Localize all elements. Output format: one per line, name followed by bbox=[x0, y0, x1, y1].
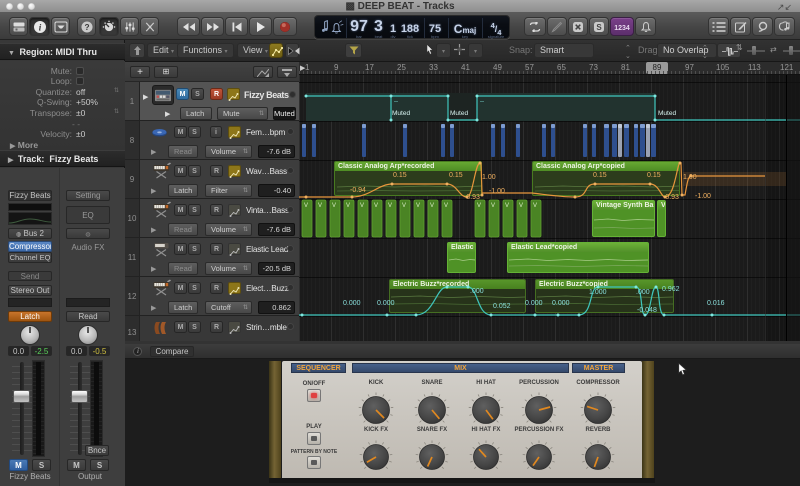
svg-text:V: V bbox=[444, 203, 448, 209]
svg-text:V: V bbox=[318, 203, 322, 209]
svg-text:V: V bbox=[491, 203, 495, 209]
svg-text:V: V bbox=[332, 203, 336, 209]
svg-text:V: V bbox=[519, 203, 523, 209]
svg-text:V: V bbox=[360, 203, 364, 209]
svg-text:V: V bbox=[477, 203, 481, 209]
svg-text:V: V bbox=[430, 203, 434, 209]
svg-text:V: V bbox=[402, 203, 406, 209]
svg-text:1234: 1234 bbox=[614, 25, 630, 31]
svg-text:V: V bbox=[505, 203, 509, 209]
svg-text:S: S bbox=[596, 22, 602, 31]
svg-text:V: V bbox=[416, 203, 420, 209]
svg-text:V: V bbox=[388, 203, 392, 209]
svg-text:V: V bbox=[346, 203, 350, 209]
svg-text:?: ? bbox=[84, 22, 89, 32]
svg-text:V: V bbox=[374, 203, 378, 209]
svg-text:V: V bbox=[533, 203, 537, 209]
svg-text:V: V bbox=[304, 203, 308, 209]
